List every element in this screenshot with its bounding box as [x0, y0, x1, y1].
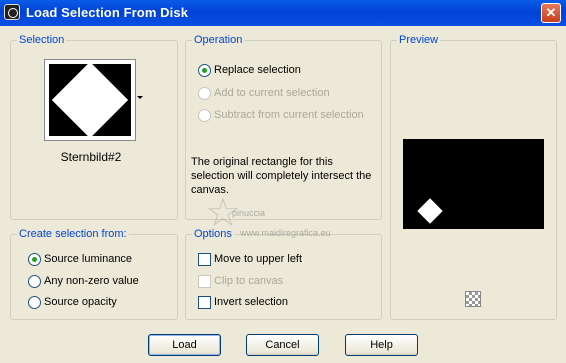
app-icon [4, 4, 20, 20]
selection-thumbnail[interactable] [44, 59, 136, 141]
add-to-selection-label[interactable]: Add to current selection [214, 87, 330, 99]
any-non-zero-value-label[interactable]: Any non-zero value [44, 275, 139, 287]
move-to-upper-left-checkbox[interactable] [198, 253, 211, 266]
invert-selection-checkbox[interactable] [198, 296, 211, 309]
load-button[interactable]: Load [148, 334, 221, 356]
cancel-button[interactable]: Cancel [246, 334, 319, 356]
selection-name-label: Sternbild#2 [60, 150, 122, 164]
subtract-from-selection-radio[interactable] [198, 109, 211, 122]
preview-group-title: Preview [397, 34, 441, 46]
clip-to-canvas-label[interactable]: Clip to canvas [214, 275, 283, 287]
help-button[interactable]: Help [345, 334, 418, 356]
transparency-toggle-icon[interactable] [465, 291, 481, 307]
thumbnail-diamond-shape [51, 64, 129, 136]
dialog-window: Load Selection From Disk ✕ Selection Ste… [0, 0, 566, 363]
radio-selected-dot [202, 68, 207, 73]
watermark-name: pinuccia [232, 208, 266, 218]
title-bar[interactable]: Load Selection From Disk ✕ [0, 0, 566, 26]
add-to-selection-radio[interactable] [198, 87, 211, 100]
source-luminance-label[interactable]: Source luminance [44, 253, 132, 265]
invert-selection-label[interactable]: Invert selection [214, 296, 288, 308]
radio-selected-dot [32, 257, 37, 262]
operation-group-title: Operation [192, 34, 245, 46]
selection-group-title: Selection [17, 34, 67, 46]
thumbnail-dropdown-arrow-icon[interactable] [137, 96, 143, 99]
subtract-from-selection-label[interactable]: Subtract from current selection [214, 109, 364, 121]
watermark-url: www.maidiregrafica.eu [240, 228, 331, 238]
source-opacity-label[interactable]: Source opacity [44, 296, 117, 308]
any-non-zero-value-radio[interactable] [28, 275, 41, 288]
replace-selection-label[interactable]: Replace selection [214, 64, 301, 76]
clip-to-canvas-checkbox[interactable] [198, 275, 211, 288]
move-to-upper-left-label[interactable]: Move to upper left [214, 253, 302, 265]
preview-diamond-shape [417, 198, 443, 224]
window-title: Load Selection From Disk [26, 5, 189, 20]
source-opacity-radio[interactable] [28, 296, 41, 309]
preview-canvas [403, 139, 544, 229]
replace-selection-radio[interactable] [198, 64, 211, 77]
create-selection-from-title: Create selection from: [17, 228, 129, 240]
thumbnail-canvas [49, 64, 131, 136]
close-button[interactable]: ✕ [541, 3, 561, 23]
source-luminance-radio[interactable] [28, 253, 41, 266]
